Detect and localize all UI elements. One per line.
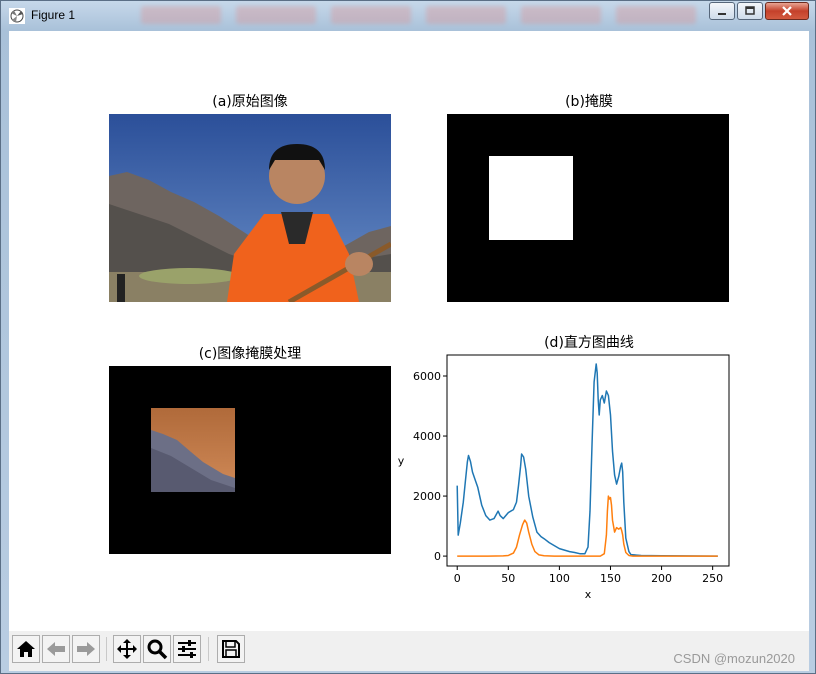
close-button[interactable] <box>765 2 809 20</box>
x-tick-label: 0 <box>454 572 461 585</box>
figure-window: Figure 1 (a)原始图像 (b)掩膜 (c)图像掩膜处理 (d)直方图曲… <box>0 0 816 674</box>
zoom-icon <box>147 639 168 660</box>
csdn-watermark: CSDN @mozun2020 <box>673 651 795 666</box>
maximize-button[interactable] <box>737 2 763 20</box>
toolbar-separator <box>106 637 107 661</box>
configure-subplots-button[interactable] <box>173 635 201 663</box>
window-controls <box>707 2 809 22</box>
close-icon <box>782 6 792 16</box>
forward-icon <box>77 642 95 656</box>
title-bar[interactable]: Figure 1 <box>1 1 815 31</box>
y-tick-label: 2000 <box>413 490 441 503</box>
minimize-button[interactable] <box>709 2 735 20</box>
window-title: Figure 1 <box>31 8 76 22</box>
pan-icon <box>117 639 137 659</box>
x-axis-label: x <box>585 588 592 601</box>
x-tick-label: 200 <box>651 572 672 585</box>
navigation-toolbar: CSDN @mozun2020 <box>9 631 809 671</box>
matplotlib-app-icon <box>9 8 25 24</box>
save-button[interactable] <box>217 635 245 663</box>
back-icon <box>47 642 65 656</box>
back-button[interactable] <box>42 635 70 663</box>
configure-icon <box>178 640 196 658</box>
home-icon <box>17 641 35 657</box>
figure-canvas[interactable]: (a)原始图像 (b)掩膜 (c)图像掩膜处理 (d)直方图曲线 0 50 10… <box>9 31 809 631</box>
x-tick-label: 50 <box>501 572 515 585</box>
y-axis-label: y <box>398 455 405 468</box>
x-tick-label: 250 <box>702 572 723 585</box>
pan-button[interactable] <box>113 635 141 663</box>
zoom-button[interactable] <box>143 635 171 663</box>
y-tick-label: 0 <box>434 550 441 563</box>
y-tick-label: 4000 <box>413 430 441 443</box>
y-tick-label: 6000 <box>413 370 441 383</box>
background-taskbar-blur <box>141 4 701 26</box>
maximize-icon <box>745 6 755 15</box>
histogram-chart: 0 50 100 150 200 250 0 2000 4000 6000 x y <box>398 354 730 601</box>
minimize-icon <box>718 13 726 15</box>
save-icon <box>222 640 240 658</box>
x-tick-label: 100 <box>549 572 570 585</box>
x-tick-label: 150 <box>600 572 621 585</box>
toolbar-separator <box>208 637 209 661</box>
forward-button[interactable] <box>72 635 100 663</box>
home-button[interactable] <box>12 635 40 663</box>
